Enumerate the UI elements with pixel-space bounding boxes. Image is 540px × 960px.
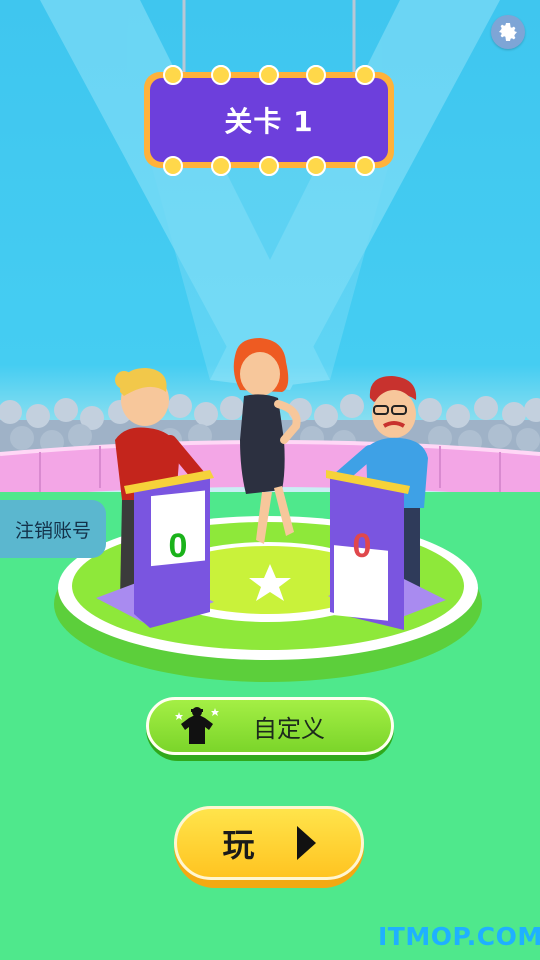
settings-button[interactable] xyxy=(491,15,525,49)
outfit-icon xyxy=(175,707,219,744)
gear-icon xyxy=(499,23,517,41)
play-button[interactable]: 玩 xyxy=(174,806,364,888)
score-left: 0 xyxy=(169,527,188,565)
delete-account-button[interactable]: 注销账号 xyxy=(0,500,106,558)
play-triangle-icon xyxy=(296,826,316,860)
play-label: 玩 xyxy=(222,826,255,864)
customize-button[interactable]: 自定义 xyxy=(146,697,394,761)
sign-bulbs-front xyxy=(163,65,375,176)
score-right: 0 xyxy=(353,527,372,565)
delete-account-label: 注销账号 xyxy=(14,519,91,542)
customize-label: 自定义 xyxy=(253,714,325,743)
watermark: ITMOP.COM xyxy=(378,922,540,951)
